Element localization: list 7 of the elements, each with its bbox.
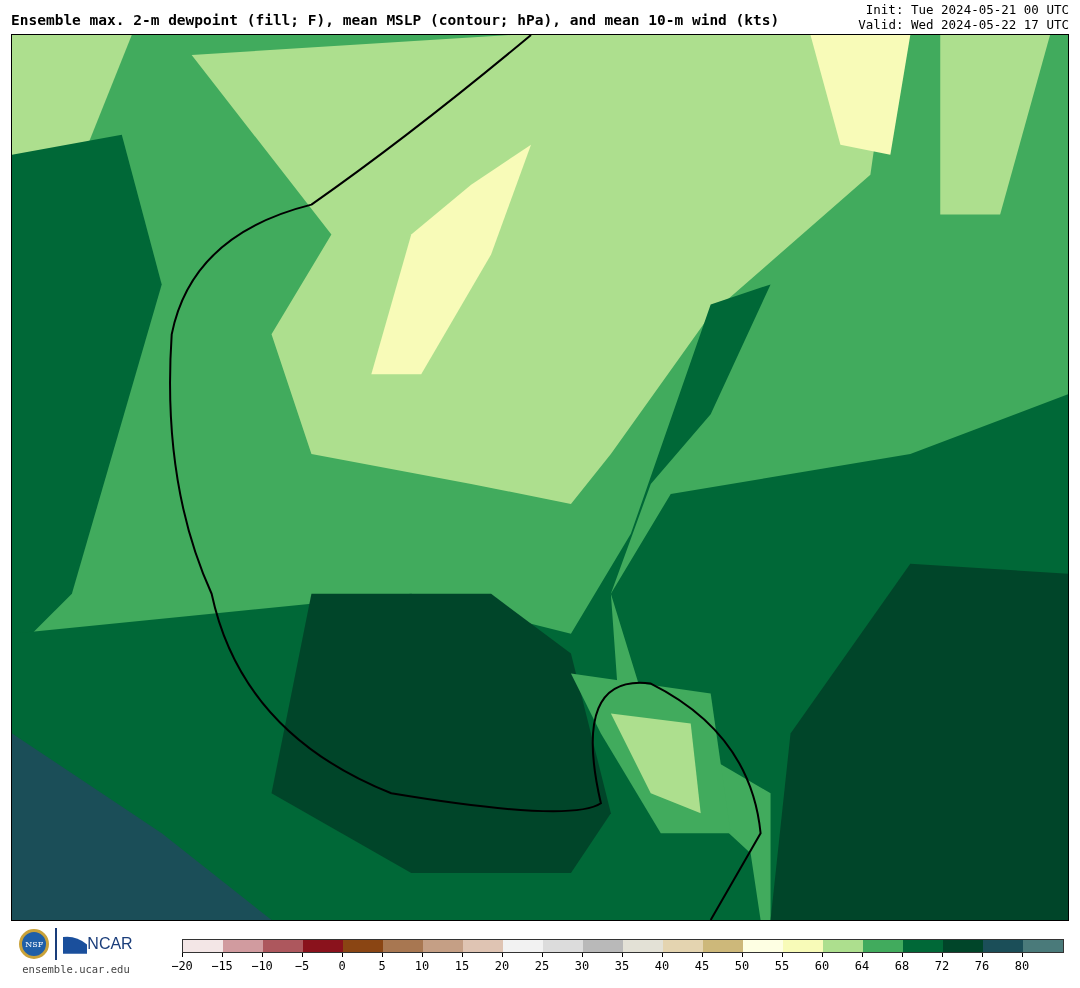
ncar-logo-icon	[63, 934, 88, 954]
ncar-wordmark: NCAR	[87, 935, 133, 953]
valid-time: Valid: Wed 2024-05-22 17 UTC	[858, 17, 1069, 32]
site-url: ensemble.ucar.edu	[22, 963, 130, 975]
chart-title: Ensemble max. 2-m dewpoint (fill; F), mean MSLP (contour; hPa), and mean 10-m wind (kts)	[11, 12, 780, 30]
init-time: Init: Tue 2024-05-21 00 UTC	[865, 2, 1069, 17]
nsf-seal-logo: NSF	[19, 929, 50, 959]
